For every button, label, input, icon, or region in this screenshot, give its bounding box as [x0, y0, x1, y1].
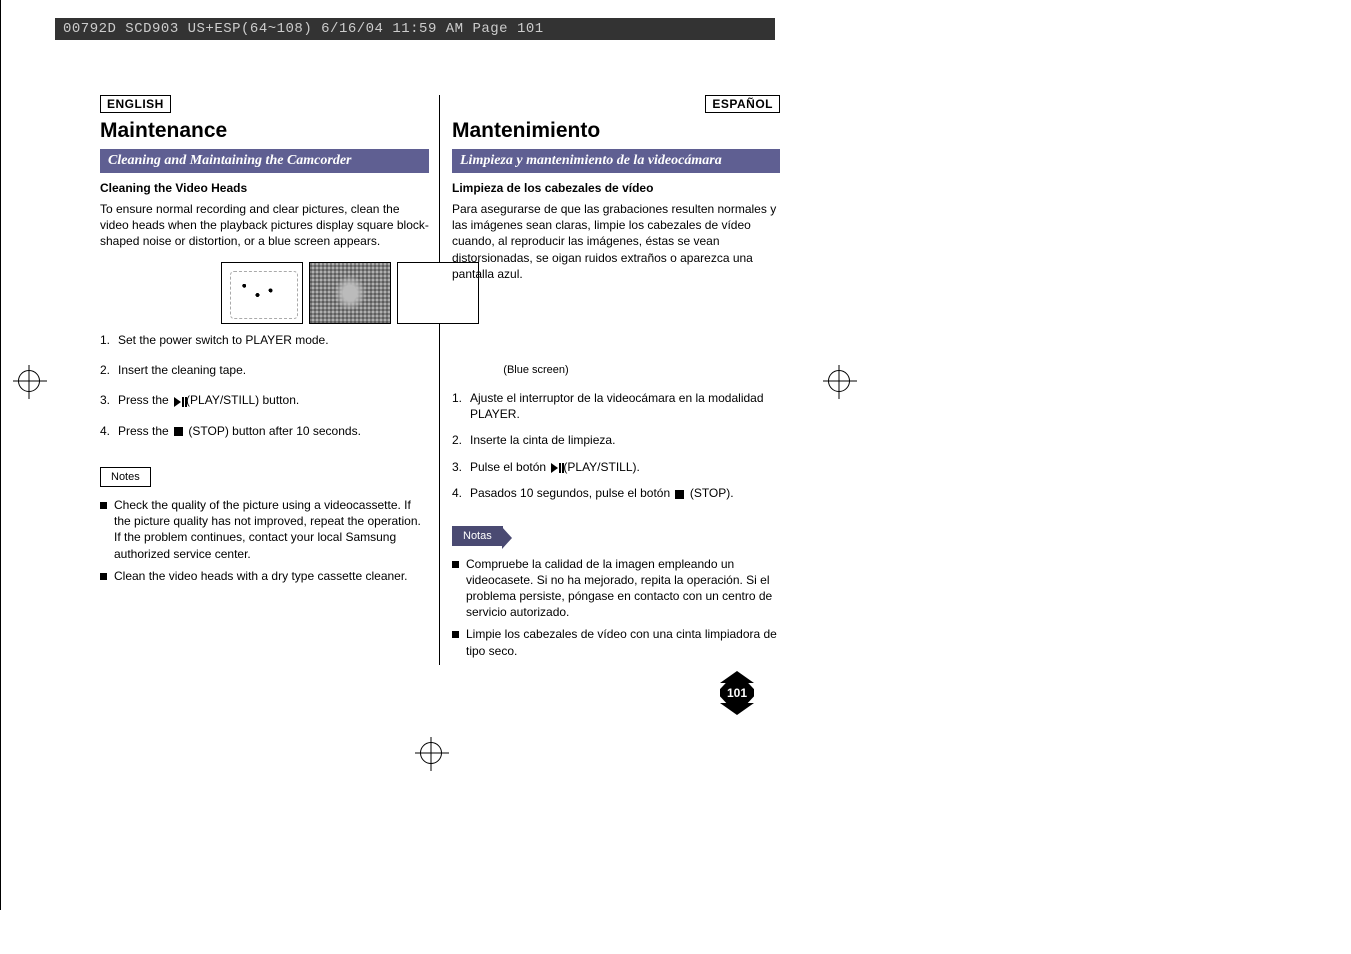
column-spanish: ESPAÑOL Mantenimiento Limpieza y manteni…	[440, 95, 780, 665]
step-text: Pasados 10 segundos, pulse el botón (STO…	[470, 485, 780, 501]
language-label-english: ENGLISH	[100, 95, 171, 113]
prepress-header: 00792D SCD903 US+ESP(64~108) 6/16/04 11:…	[55, 18, 775, 40]
square-bullet-icon	[452, 556, 466, 621]
step-number: 1.	[100, 332, 118, 348]
step-2-right: 2. Inserte la cinta de limpieza.	[452, 432, 780, 448]
intro-paragraph-left: To ensure normal recording and clear pic…	[100, 201, 429, 250]
step-number: 2.	[100, 362, 118, 378]
stop-icon	[675, 490, 684, 499]
chapter-title-right: Mantenimiento	[452, 119, 780, 143]
note-item: Clean the video heads with a dry type ca…	[100, 568, 429, 584]
play-still-icon	[551, 459, 561, 475]
registration-mark-icon	[18, 370, 40, 392]
step-text: Press the (STOP) button after 10 seconds…	[118, 423, 429, 439]
illustration-normal-playback	[221, 262, 303, 324]
play-still-icon	[174, 393, 184, 409]
step-text: Pulse el botón (PLAY/STILL).	[470, 459, 780, 476]
note-item: Compruebe la calidad de la imagen emplea…	[452, 556, 780, 621]
square-bullet-icon	[100, 568, 114, 584]
language-label-spanish: ESPAÑOL	[705, 95, 780, 113]
page-number-value: 101	[720, 681, 754, 705]
column-english: ENGLISH Maintenance Cleaning and Maintai…	[100, 95, 440, 665]
note-text: Clean the video heads with a dry type ca…	[114, 568, 429, 584]
step-number: 3.	[100, 392, 118, 409]
illustration-caption: (Blue screen)	[292, 364, 780, 376]
registration-mark-icon	[420, 742, 442, 764]
step-text: Set the power switch to PLAYER mode.	[118, 332, 429, 348]
step-number: 4.	[100, 423, 118, 439]
square-bullet-icon	[452, 626, 466, 658]
step-number: 3.	[452, 459, 470, 476]
note-text: Limpie los cabezales de vídeo con una ci…	[466, 626, 780, 658]
subheading-right: Limpieza de los cabezales de vídeo	[452, 181, 780, 195]
step-text: Press the (PLAY/STILL) button.	[118, 392, 429, 409]
step-4-left: 4. Press the (STOP) button after 10 seco…	[100, 423, 429, 439]
steps-list-left: 1. Set the power switch to PLAYER mode. …	[100, 332, 429, 439]
section-heading-left: Cleaning and Maintaining the Camcorder	[100, 149, 429, 173]
section-heading-right: Limpieza y mantenimiento de la videocáma…	[452, 149, 780, 173]
stop-icon	[174, 427, 183, 436]
step-number: 1.	[452, 390, 470, 422]
page-number-badge: 101	[720, 681, 754, 705]
illustration-block-noise	[309, 262, 391, 324]
note-text: Check the quality of the picture using a…	[114, 497, 429, 562]
step-number: 2.	[452, 432, 470, 448]
step-text: Inserte la cinta de limpieza.	[470, 432, 780, 448]
page: 00792D SCD903 US+ESP(64~108) 6/16/04 11:…	[0, 0, 1351, 954]
step-number: 4.	[452, 485, 470, 501]
notes-list-right: Compruebe la calidad de la imagen emplea…	[452, 556, 780, 659]
registration-mark-icon	[828, 370, 850, 392]
step-1-right: 1. Ajuste el interruptor de la videocáma…	[452, 390, 780, 422]
chapter-title-left: Maintenance	[100, 119, 429, 143]
content-area: ENGLISH Maintenance Cleaning and Maintai…	[100, 95, 780, 665]
note-item: Limpie los cabezales de vídeo con una ci…	[452, 626, 780, 658]
notes-list-left: Check the quality of the picture using a…	[100, 497, 429, 584]
crop-line-vertical	[0, 0, 1, 910]
notes-label-right: Notas	[452, 526, 503, 546]
step-3-left: 3. Press the (PLAY/STILL) button.	[100, 392, 429, 409]
subheading-left: Cleaning the Video Heads	[100, 181, 429, 195]
step-3-right: 3. Pulse el botón (PLAY/STILL).	[452, 459, 780, 476]
intro-paragraph-right: Para asegurarse de que las grabaciones r…	[452, 201, 780, 282]
step-1-left: 1. Set the power switch to PLAYER mode.	[100, 332, 429, 348]
square-bullet-icon	[100, 497, 114, 562]
steps-list-right: 1. Ajuste el interruptor de la videocáma…	[452, 390, 780, 502]
note-item: Check the quality of the picture using a…	[100, 497, 429, 562]
step-text: Ajuste el interruptor de la videocámara …	[470, 390, 780, 422]
step-4-right: 4. Pasados 10 segundos, pulse el botón (…	[452, 485, 780, 501]
notes-label-left: Notes	[100, 467, 151, 487]
note-text: Compruebe la calidad de la imagen emplea…	[466, 556, 780, 621]
